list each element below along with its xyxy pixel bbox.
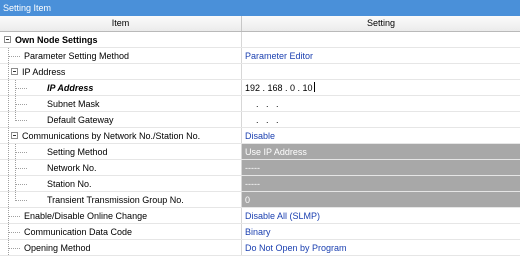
settings-grid: Item Setting Own Node Settings Parameter… (0, 16, 520, 256)
row-value[interactable]: . . . (242, 112, 520, 127)
ip-address-input[interactable]: 192 . 168 . 0 . 10 (242, 80, 520, 95)
row-communication-data-code[interactable]: Communication Data Code Binary (0, 224, 520, 240)
row-label: Opening Method (24, 243, 91, 253)
row-station-no[interactable]: Station No. ----- (0, 176, 520, 192)
ip-address-value: 192 . 168 . 0 . 10 (245, 83, 313, 93)
collapse-toggle-icon[interactable] (11, 68, 18, 75)
column-header-setting[interactable]: Setting (242, 16, 520, 31)
row-value: 0 (242, 192, 520, 207)
row-value[interactable]: Do Not Open by Program (242, 240, 520, 255)
row-label: Subnet Mask (47, 99, 100, 109)
text-cursor (313, 82, 315, 92)
row-label: Setting Method (47, 147, 108, 157)
row-label: Network No. (47, 163, 97, 173)
row-value: ----- (242, 176, 520, 191)
row-label: Communication Data Code (24, 227, 133, 237)
collapse-toggle-icon[interactable] (4, 36, 11, 43)
row-label: Default Gateway (47, 115, 114, 125)
grid-header: Item Setting (0, 16, 520, 32)
row-label: Parameter Setting Method (24, 51, 130, 61)
row-value (242, 64, 520, 79)
row-value[interactable]: Parameter Editor (242, 48, 520, 63)
row-ip-address-group[interactable]: IP Address (0, 64, 520, 80)
row-setting-method[interactable]: Setting Method Use IP Address (0, 144, 520, 160)
row-label: Communications by Network No./Station No… (22, 131, 201, 141)
row-subnet-mask[interactable]: Subnet Mask . . . (0, 96, 520, 112)
row-default-gateway[interactable]: Default Gateway . . . (0, 112, 520, 128)
row-value: Use IP Address (242, 144, 520, 159)
panel-title: Setting Item (0, 0, 520, 16)
row-transient-transmission-group[interactable]: Transient Transmission Group No. 0 (0, 192, 520, 208)
row-value: ----- (242, 160, 520, 175)
row-value[interactable]: Binary (242, 224, 520, 239)
row-label: Transient Transmission Group No. (47, 195, 184, 205)
collapse-toggle-icon[interactable] (11, 132, 18, 139)
row-own-node-settings[interactable]: Own Node Settings (0, 32, 520, 48)
row-ip-address[interactable]: IP Address 192 . 168 . 0 . 10 (0, 80, 520, 96)
column-header-item[interactable]: Item (0, 16, 242, 31)
row-label: Enable/Disable Online Change (24, 211, 148, 221)
row-value (242, 32, 520, 47)
row-value[interactable]: . . . (242, 96, 520, 111)
row-label: IP Address (47, 83, 94, 93)
row-value[interactable]: Disable All (SLMP) (242, 208, 520, 223)
row-label: IP Address (22, 67, 66, 77)
row-online-change[interactable]: Enable/Disable Online Change Disable All… (0, 208, 520, 224)
row-network-no[interactable]: Network No. ----- (0, 160, 520, 176)
row-label: Station No. (47, 179, 92, 189)
row-communications-by-network[interactable]: Communications by Network No./Station No… (0, 128, 520, 144)
setting-item-panel: Setting Item Item Setting Own Node Setti… (0, 0, 520, 256)
row-parameter-setting-method[interactable]: Parameter Setting Method Parameter Edito… (0, 48, 520, 64)
row-opening-method[interactable]: Opening Method Do Not Open by Program (0, 240, 520, 256)
row-label: Own Node Settings (15, 35, 98, 45)
row-value[interactable]: Disable (242, 128, 520, 143)
